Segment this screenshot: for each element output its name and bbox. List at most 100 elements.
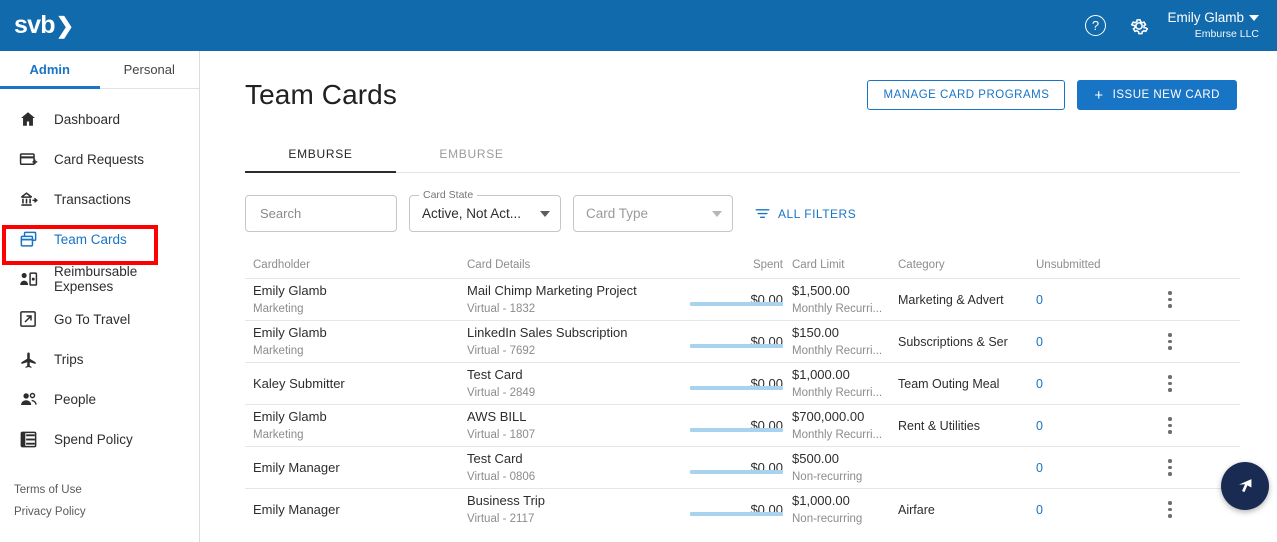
sidebar-item-trips[interactable]: Trips <box>0 339 199 379</box>
sidebar-item-people-label: People <box>54 391 97 407</box>
sidebar-item-go-to-travel[interactable]: Go To Travel <box>0 299 199 339</box>
help-beacon-fab[interactable] <box>1221 462 1269 510</box>
table-row[interactable]: Emily Manager Test Card Virtual - 0806 $0.0… <box>245 446 1240 488</box>
card-state-label: Card State <box>419 189 478 201</box>
category-value: Marketing & Advert <box>898 292 1004 307</box>
sidebar-tab-personal[interactable]: Personal <box>100 51 200 88</box>
beacon-arrow-icon <box>1239 479 1252 493</box>
sidebar-item-trips-label: Trips <box>54 351 84 367</box>
settings-button[interactable] <box>1117 4 1161 48</box>
cell-spent: $0.00 <box>682 376 792 391</box>
spent-progress-bar <box>690 344 783 348</box>
sidebar-item-dashboard[interactable]: Dashboard <box>0 99 199 139</box>
cell-spent: $0.00 <box>682 418 792 433</box>
chevron-down-icon <box>1249 14 1259 21</box>
category-value: Team Outing Meal <box>898 376 1000 391</box>
limit-amount: $1,000.00 <box>792 493 850 509</box>
chevron-down-icon[interactable] <box>540 210 550 217</box>
sidebar-item-transactions[interactable]: Transactions <box>0 179 199 219</box>
sidebar-footer: Terms of Use Privacy Policy <box>14 480 86 524</box>
search-box[interactable] <box>245 195 438 232</box>
unsubmitted-count[interactable]: 0 <box>1036 335 1146 349</box>
user-name: Emily Glamb <box>1167 9 1244 25</box>
cell-cardholder: Emily Glamb Marketing <box>245 282 467 317</box>
tab-emburse-2[interactable]: EMBURSE <box>396 137 547 172</box>
sidebar-item-go-to-travel-label: Go To Travel <box>54 311 131 327</box>
table-row[interactable]: Emily Manager Business Trip Virtual - 2117… <box>245 488 1240 530</box>
unsubmitted-count[interactable]: 0 <box>1036 419 1146 433</box>
row-menu-button[interactable] <box>1168 501 1172 518</box>
table-body: Emily Glamb Marketing Mail Chimp Marketing… <box>245 278 1240 530</box>
limit-frequency: Non-recurring <box>792 512 863 525</box>
privacy-policy-link[interactable]: Privacy Policy <box>14 502 86 524</box>
sidebar-tab-personal-label: Personal <box>123 62 175 77</box>
user-menu[interactable]: Emily Glamb Emburse LLC <box>1167 10 1259 42</box>
unsubmitted-count[interactable]: 0 <box>1036 461 1146 475</box>
card-name: Test Card <box>467 367 523 383</box>
row-menu-button[interactable] <box>1168 459 1172 476</box>
table-row[interactable]: Kaley Submitter Test Card Virtual - 2849 $0… <box>245 362 1240 404</box>
unsubmitted-count[interactable]: 0 <box>1036 293 1146 307</box>
table-row[interactable]: Emily Glamb Marketing Mail Chimp Marketing… <box>245 278 1240 320</box>
cardholder-name: Emily Manager <box>253 501 340 517</box>
top-bar: svb ❯ ? Emily Glamb Emburse LLC <box>0 0 1277 51</box>
row-menu-button[interactable] <box>1168 291 1172 308</box>
card-number: Virtual - 7692 <box>467 344 536 357</box>
cell-actions <box>1146 417 1226 434</box>
page-header: Team Cards MANAGE CARD PROGRAMS + ISSUE … <box>200 51 1277 111</box>
cell-unsubmitted: 0 <box>1036 377 1146 391</box>
limit-frequency: Monthly Recurri... <box>792 386 883 399</box>
terms-of-use-link[interactable]: Terms of Use <box>14 480 86 502</box>
row-menu-button[interactable] <box>1168 375 1172 392</box>
sidebar-item-team-cards[interactable]: Team Cards <box>0 219 199 259</box>
cell-actions <box>1146 459 1226 476</box>
sidebar-item-reimbursable-expenses[interactable]: Reimbursable Expenses <box>0 259 199 299</box>
cell-spent: $0.00 <box>682 292 792 307</box>
cardholder-name: Emily Glamb <box>253 283 327 299</box>
manage-card-programs-button[interactable]: MANAGE CARD PROGRAMS <box>867 80 1066 110</box>
table-row[interactable]: Emily Glamb Marketing LinkedIn Sales Subsc… <box>245 320 1240 362</box>
cardholder-name: Emily Manager <box>253 459 340 475</box>
page-title: Team Cards <box>245 79 397 110</box>
cell-spent: $0.00 <box>682 460 792 475</box>
help-button[interactable]: ? <box>1073 4 1117 48</box>
column-header-card-limit: Card Limit <box>792 259 845 271</box>
row-menu-button[interactable] <box>1168 417 1172 434</box>
tab-emburse-1[interactable]: EMBURSE <box>245 137 396 173</box>
all-filters-button[interactable]: ALL FILTERS <box>755 206 856 221</box>
card-state-select[interactable]: Card State Active, Not Act... <box>409 189 561 232</box>
cardholder-department: Marketing <box>253 428 304 441</box>
table-row[interactable]: Emily Glamb Marketing AWS BILL Virtual - 18… <box>245 404 1240 446</box>
cell-card-details: Business Trip Virtual - 2117 <box>467 492 682 527</box>
card-number: Virtual - 1832 <box>467 302 536 315</box>
sidebar-tab-admin[interactable]: Admin <box>0 51 100 89</box>
sidebar-item-transactions-label: Transactions <box>54 191 131 207</box>
sidebar-item-reimbursable-expenses-label: Reimbursable Expenses <box>54 264 138 294</box>
gear-icon <box>1131 18 1149 34</box>
card-name: Mail Chimp Marketing Project <box>467 283 637 299</box>
card-number: Virtual - 0806 <box>467 470 536 483</box>
card-type-select[interactable]: Card Type <box>573 195 733 232</box>
sidebar-item-spend-policy[interactable]: Spend Policy <box>0 419 199 459</box>
unsubmitted-count[interactable]: 0 <box>1036 377 1146 391</box>
sidebar: Admin Personal Dashboard Card Requests T… <box>0 51 200 542</box>
cell-category: Marketing & Advert <box>898 293 1036 307</box>
cell-actions <box>1146 291 1226 308</box>
category-value: Airfare <box>898 502 935 517</box>
unsubmitted-count[interactable]: 0 <box>1036 503 1146 517</box>
cell-category: Team Outing Meal <box>898 377 1036 391</box>
row-menu-button[interactable] <box>1168 333 1172 350</box>
sidebar-item-people[interactable]: People <box>0 379 199 419</box>
people-icon <box>18 389 38 409</box>
svb-logo[interactable]: svb ❯ <box>14 13 74 38</box>
cell-category: Subscriptions & Ser <box>898 335 1036 349</box>
chevron-down-icon[interactable] <box>712 210 722 217</box>
spent-progress-bar <box>690 386 783 390</box>
cell-card-details: LinkedIn Sales Subscription Virtual - 769… <box>467 324 682 359</box>
external-link-icon <box>18 309 38 329</box>
cardholder-name: Kaley Submitter <box>253 375 345 391</box>
main-content: Team Cards MANAGE CARD PROGRAMS + ISSUE … <box>200 51 1277 542</box>
issue-new-card-button[interactable]: + ISSUE NEW CARD <box>1077 80 1237 110</box>
sidebar-item-card-requests[interactable]: Card Requests <box>0 139 199 179</box>
spent-progress-bar <box>690 428 783 432</box>
